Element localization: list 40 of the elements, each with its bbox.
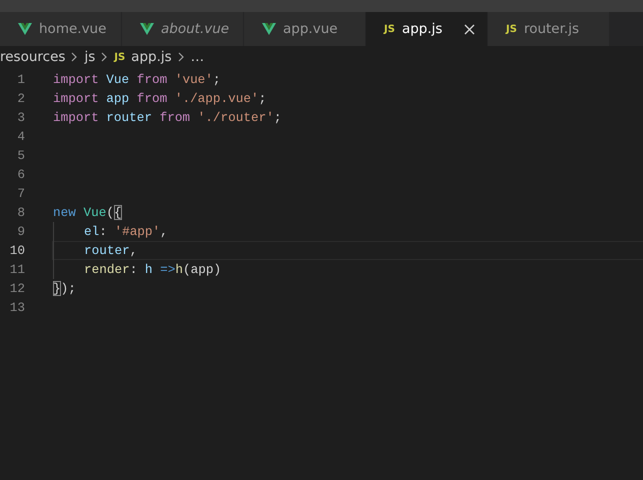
- code-line: import app from './app.vue';: [53, 91, 266, 106]
- js-file-icon: JS: [114, 52, 126, 62]
- line-number: 7: [16, 186, 25, 201]
- breadcrumb-item[interactable]: app.js: [131, 49, 172, 65]
- editor-tab[interactable]: home.vue: [0, 12, 122, 46]
- chevron-right-icon: [101, 52, 108, 62]
- code-line: });: [53, 281, 76, 296]
- close-icon[interactable]: [464, 24, 475, 34]
- breadcrumb-item[interactable]: js: [84, 49, 96, 65]
- line-number: 1: [16, 72, 25, 87]
- code-line: router,: [84, 243, 138, 258]
- code-line: new Vue({: [53, 205, 122, 220]
- chevron-right-icon: [71, 52, 78, 62]
- vue-logo-icon: [140, 23, 154, 35]
- line-number: 13: [8, 300, 25, 315]
- breadcrumb-item[interactable]: resources: [0, 49, 66, 65]
- editor-tab[interactable]: about.vue: [122, 12, 244, 46]
- vue-logo-icon: [18, 23, 32, 35]
- line-number: 10: [8, 243, 25, 258]
- line-number: 9: [16, 224, 25, 239]
- code-line: render: h =>h(app): [84, 262, 222, 277]
- code-line: import router from './router';: [53, 110, 282, 125]
- line-number: 8: [16, 205, 25, 220]
- line-number: 5: [16, 148, 25, 163]
- line-number: 4: [16, 129, 25, 144]
- vue-logo-icon: [262, 23, 276, 35]
- js-file-icon: JS: [384, 24, 395, 34]
- chevron-right-icon: [178, 52, 185, 62]
- code-line: import Vue from 'vue';: [53, 72, 221, 87]
- breadcrumb-item[interactable]: …: [190, 49, 204, 65]
- line-number: 2: [16, 91, 25, 106]
- line-number: 6: [16, 167, 25, 182]
- line-number: 3: [16, 110, 25, 125]
- editor-tab[interactable]: app.vue: [244, 12, 366, 46]
- js-file-icon: JS: [506, 24, 517, 34]
- editor-tab[interactable]: JS router.js: [488, 12, 610, 46]
- code-line: el: '#app',: [84, 224, 168, 239]
- line-number: 12: [8, 281, 25, 296]
- line-number: 11: [8, 262, 25, 277]
- editor-tab[interactable]: JS app.js: [366, 12, 488, 46]
